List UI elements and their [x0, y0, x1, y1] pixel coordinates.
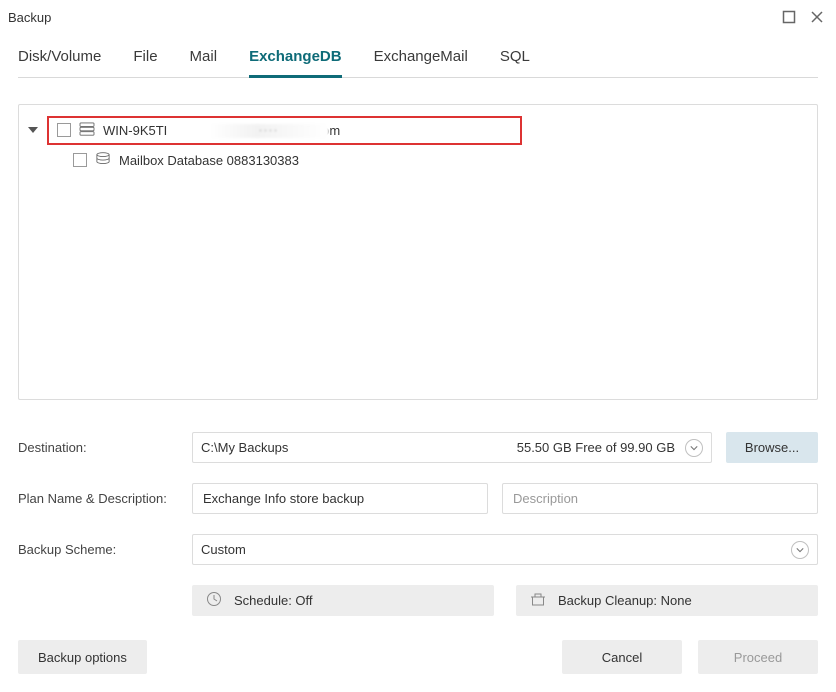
plan-description-input[interactable] — [502, 483, 818, 514]
destination-label: Destination: — [18, 440, 178, 455]
server-checkbox[interactable] — [57, 123, 71, 137]
tab-file[interactable]: File — [133, 34, 157, 77]
chevron-down-icon[interactable] — [791, 541, 809, 559]
cleanup-pill[interactable]: Backup Cleanup: None — [516, 585, 818, 616]
tab-exchangemail[interactable]: ExchangeMail — [374, 34, 468, 77]
tab-bar: Disk/Volume File Mail ExchangeDB Exchang… — [18, 34, 818, 78]
backup-scheme-select[interactable]: Custom — [192, 534, 818, 565]
tab-disk-volume[interactable]: Disk/Volume — [18, 34, 101, 77]
chevron-down-icon[interactable] — [27, 125, 39, 135]
redacted-blur: ···· — [209, 124, 329, 138]
server-selection-highlight: WIN-9K5TI ···· 013.com — [47, 116, 522, 145]
backup-scheme-label: Backup Scheme: — [18, 542, 178, 557]
window-title: Backup — [8, 10, 51, 25]
backup-options-button[interactable]: Backup options — [18, 640, 147, 674]
close-icon[interactable] — [810, 10, 824, 24]
destination-free-text: 55.50 GB Free of 99.90 GB — [517, 440, 675, 455]
maximize-icon[interactable] — [782, 10, 796, 24]
cleanup-icon — [530, 591, 546, 610]
destination-path: C:\My Backups — [201, 440, 288, 455]
source-tree-panel: WIN-9K5TI ···· 013.com Mailbox Database … — [18, 104, 818, 400]
chevron-down-icon[interactable] — [685, 439, 703, 457]
schedule-text: Schedule: Off — [234, 593, 313, 608]
tree-row-server[interactable]: WIN-9K5TI ···· 013.com — [27, 115, 809, 145]
browse-button[interactable]: Browse... — [726, 432, 818, 463]
schedule-pill[interactable]: Schedule: Off — [192, 585, 494, 616]
backup-scheme-value: Custom — [201, 542, 246, 557]
plan-name-label: Plan Name & Description: — [18, 491, 178, 506]
clock-icon — [206, 591, 222, 610]
tree-row-mailbox-db[interactable]: Mailbox Database 0883130383 — [27, 145, 809, 175]
proceed-button[interactable]: Proceed — [698, 640, 818, 674]
cancel-button[interactable]: Cancel — [562, 640, 682, 674]
mailboxdb-checkbox[interactable] — [73, 153, 87, 167]
server-icon — [79, 122, 95, 139]
destination-field[interactable]: C:\My Backups 55.50 GB Free of 99.90 GB — [192, 432, 712, 463]
plan-name-input[interactable] — [192, 483, 488, 514]
mailboxdb-label: Mailbox Database 0883130383 — [119, 153, 299, 168]
cleanup-text: Backup Cleanup: None — [558, 593, 692, 608]
database-icon — [95, 152, 111, 169]
tab-sql[interactable]: SQL — [500, 34, 530, 77]
tab-mail[interactable]: Mail — [190, 34, 218, 77]
tab-exchangedb[interactable]: ExchangeDB — [249, 34, 342, 78]
server-label-prefix: WIN-9K5TI — [103, 123, 167, 138]
